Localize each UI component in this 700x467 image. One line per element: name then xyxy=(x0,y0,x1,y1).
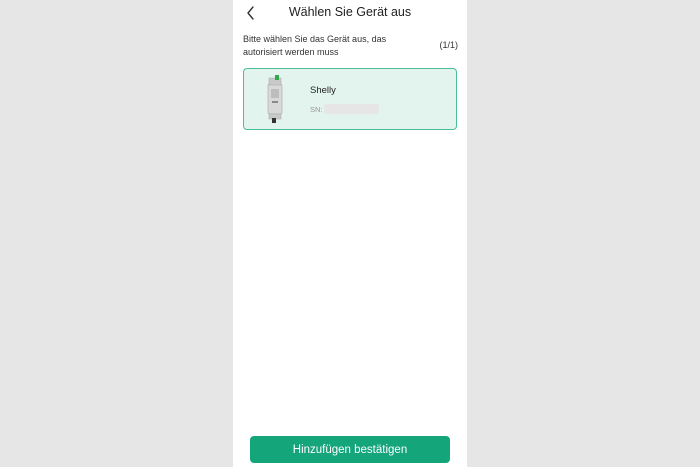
device-card-shelly[interactable]: Shelly SN: xyxy=(243,68,457,130)
din-rail-device-image xyxy=(267,75,283,123)
device-name: Shelly xyxy=(310,85,336,96)
selection-counter: (1/1) xyxy=(439,40,458,50)
page-title: Wählen Sie Gerät aus xyxy=(288,5,412,19)
serial-number-redacted xyxy=(323,104,379,114)
app-screen: Wählen Sie Gerät aus Bitte wählen Sie da… xyxy=(233,0,467,467)
serial-number: SN: xyxy=(310,104,379,114)
confirm-add-button[interactable]: Hinzufügen bestätigen xyxy=(250,436,450,463)
serial-number-label: SN: xyxy=(310,104,323,114)
instruction-text: Bitte wählen Sie das Gerät aus, das auto… xyxy=(243,34,387,57)
